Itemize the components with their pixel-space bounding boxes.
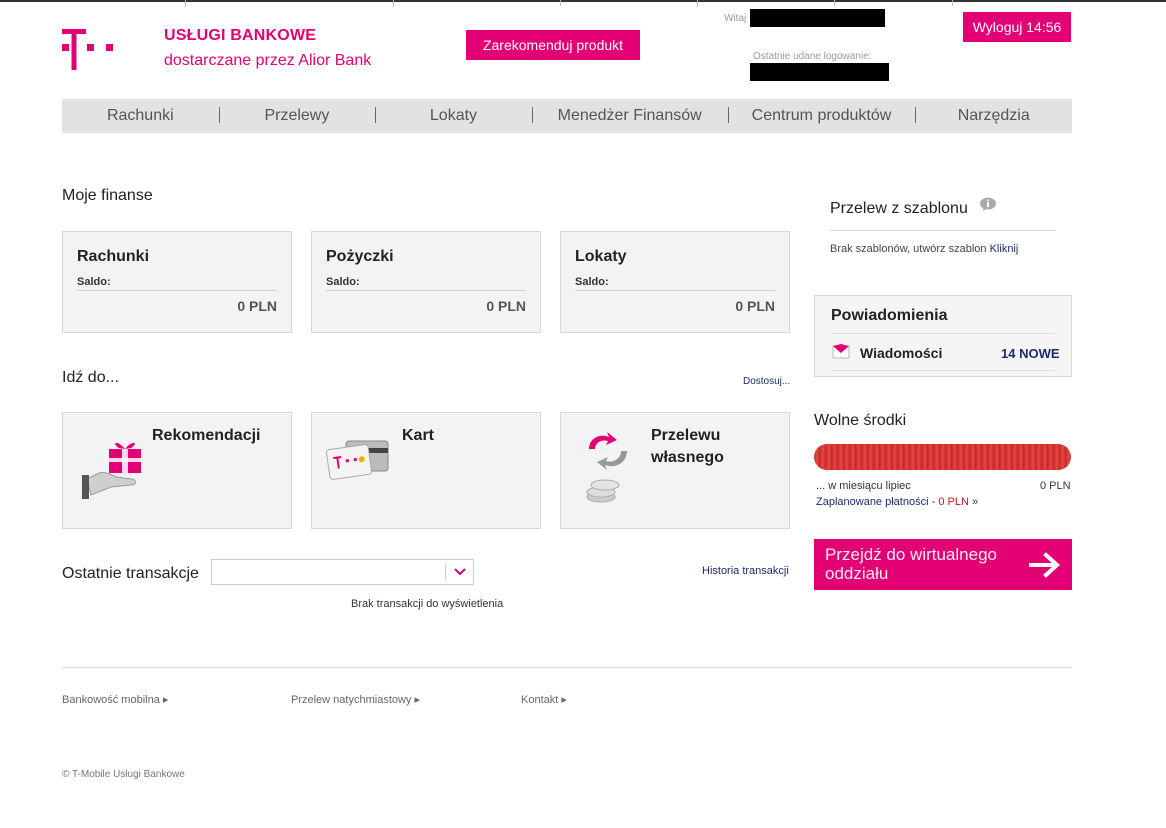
- goto-tile-title: Kart: [402, 427, 435, 444]
- nav-item-menedzer-finansow[interactable]: Menedżer Finansów: [531, 107, 728, 125]
- divider: [830, 230, 1056, 231]
- cta-line2: oddziału: [825, 564, 889, 583]
- divider: [560, 0, 561, 6]
- brand-title: USŁUGI BANKOWE: [164, 27, 317, 44]
- nav-item-narzedzia[interactable]: Narzędzia: [915, 107, 1072, 125]
- template-transfer-title: Przelew z szablonu: [830, 200, 968, 217]
- redacted-last-login: [750, 63, 889, 81]
- transfer-arrows-icon: [589, 432, 627, 470]
- cards-icon: [326, 440, 389, 480]
- finance-box-saldo-label: Saldo:: [326, 276, 526, 291]
- chevron-down-icon: [445, 563, 473, 581]
- goto-tile-title: Rekomendacji: [152, 427, 261, 444]
- brand-subtitle: dostarczane przez Alior Bank: [164, 52, 372, 69]
- goto-heading: Idź do...: [62, 369, 119, 386]
- goto-tile-cards[interactable]: Kart: [311, 412, 541, 529]
- finance-box-value: 0 PLN: [237, 298, 277, 314]
- gift-hand-icon: [82, 442, 141, 499]
- nav-item-centrum-produktow[interactable]: Centrum produktów: [727, 107, 916, 125]
- divider: [834, 0, 835, 6]
- no-transactions-text: Brak transakcji do wyświetlenia: [351, 598, 504, 610]
- transaction-history-link[interactable]: Historia transakcji: [702, 565, 789, 577]
- transactions-heading: Ostatnie transakcje: [62, 565, 199, 582]
- nav-item-przelewy[interactable]: Przelewy: [218, 107, 376, 125]
- finance-box-title: Pożyczki: [326, 248, 394, 265]
- finance-box-saldo-label: Saldo:: [575, 276, 775, 291]
- free-funds-title: Wolne środki: [814, 412, 907, 429]
- template-empty-label: Brak szablonów, utwórz szablon: [830, 243, 987, 255]
- nav-item-lokaty[interactable]: Lokaty: [375, 107, 532, 125]
- month-value: 0 PLN: [1040, 480, 1071, 492]
- footer-link-mobile-banking[interactable]: Bankowość mobilna ▸: [62, 693, 168, 706]
- finance-box-saldo-label: Saldo:: [77, 276, 277, 291]
- logout-button[interactable]: Wyloguj 14:56: [963, 12, 1071, 42]
- divider: [831, 333, 1055, 334]
- template-empty-text: Brak szablonów, utwórz szablon Kliknij: [830, 243, 1018, 255]
- divider: [393, 0, 394, 6]
- messages-link[interactable]: Wiadomości: [860, 345, 942, 361]
- goto-tile-title-line1: Przelewu: [651, 427, 721, 444]
- goto-tile-own-transfer[interactable]: Przelewu własnego: [560, 412, 790, 529]
- month-label: ... w miesiącu lipiec: [816, 480, 911, 492]
- finance-box-pozyczki[interactable]: Pożyczki Saldo: 0 PLN: [311, 231, 541, 333]
- divider: [185, 0, 186, 6]
- planned-payments-row: Zaplanowane płatności - 0 PLN »: [816, 496, 978, 508]
- main-nav: Rachunki Przelewy Lokaty Menedżer Finans…: [62, 99, 1072, 133]
- divider: [831, 370, 1055, 371]
- notifications-title: Powiadomienia: [831, 307, 948, 324]
- coins-icon: [586, 479, 620, 503]
- recommend-product-button[interactable]: Zarekomenduj produkt: [466, 30, 640, 60]
- envelope-icon: [832, 344, 850, 359]
- telekom-logo-icon[interactable]: [62, 28, 116, 72]
- nav-item-rachunki[interactable]: Rachunki: [62, 107, 219, 125]
- planned-sep: -: [928, 496, 939, 508]
- top-border: [0, 0, 1166, 2]
- finance-box-title: Lokaty: [575, 248, 627, 265]
- welcome-label: Witaj: [724, 13, 747, 24]
- messages-count-badge[interactable]: 14 NOWE: [1001, 346, 1060, 361]
- finance-box-rachunki[interactable]: Rachunki Saldo: 0 PLN: [62, 231, 292, 333]
- finances-heading: Moje finanse: [62, 187, 153, 204]
- last-login-label: Ostatnie udane logowanie:: [753, 51, 872, 62]
- cta-line1: Przejdź do wirtualnego: [825, 545, 997, 564]
- customize-link[interactable]: Dostosuj...: [743, 376, 790, 387]
- finance-box-value: 0 PLN: [486, 298, 526, 314]
- finance-box-title: Rachunki: [77, 248, 150, 265]
- finance-box-value: 0 PLN: [735, 298, 775, 314]
- copyright: © T-Mobile Usługi Bankowe: [62, 769, 185, 780]
- goto-tile-recommendations[interactable]: Rekomendacji: [62, 412, 292, 529]
- footer-divider: [62, 667, 1072, 668]
- info-icon[interactable]: [979, 197, 997, 211]
- footer-link-instant-transfer[interactable]: Przelew natychmiastowy ▸: [291, 693, 420, 706]
- planned-arrow: »: [968, 496, 979, 508]
- divider: [697, 0, 698, 6]
- free-funds-bar: [814, 444, 1071, 470]
- planned-payments-link[interactable]: Zaplanowane płatności: [816, 496, 929, 508]
- planned-payments-value: 0 PLN: [938, 496, 969, 508]
- redacted-username: [750, 9, 885, 27]
- finance-box-lokaty[interactable]: Lokaty Saldo: 0 PLN: [560, 231, 790, 333]
- notifications-box: Powiadomienia Wiadomości 14 NOWE: [814, 295, 1072, 377]
- transactions-account-select[interactable]: [211, 559, 474, 585]
- virtual-branch-button[interactable]: Przejdź do wirtualnego oddziału: [814, 539, 1072, 590]
- footer-link-contact[interactable]: Kontakt ▸: [521, 693, 567, 706]
- divider: [952, 0, 953, 6]
- arrow-right-icon: [1029, 552, 1060, 578]
- goto-tile-title-line2: własnego: [651, 449, 724, 466]
- create-template-link[interactable]: Kliknij: [990, 243, 1019, 255]
